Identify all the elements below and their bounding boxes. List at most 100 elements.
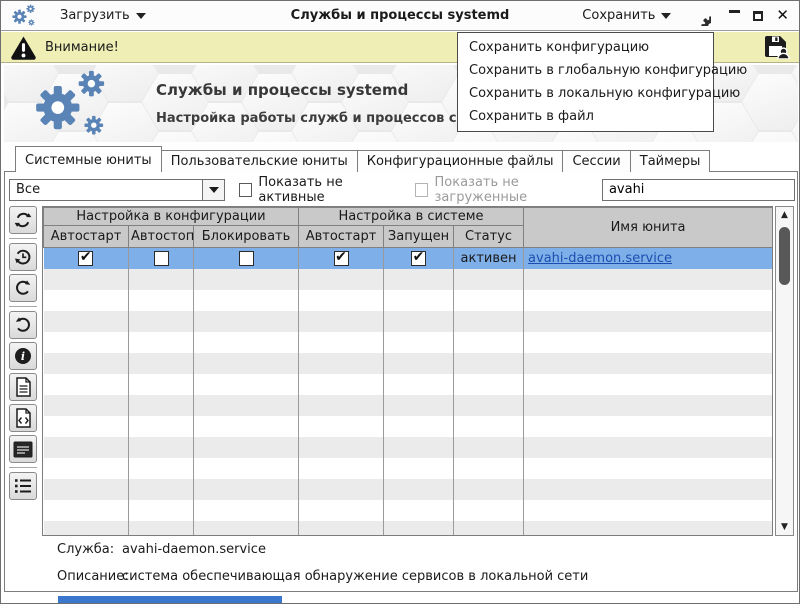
- units-table: Настройка в конфигурации Настройка в сис…: [42, 206, 773, 536]
- group-header-config: Настройка в конфигурации: [44, 208, 299, 226]
- save-as-user-icon[interactable]: [764, 35, 790, 59]
- unit-list-button[interactable]: [9, 472, 37, 500]
- empty-row[interactable]: [44, 395, 773, 416]
- empty-row[interactable]: [44, 521, 773, 537]
- column-header-block: Блокировать: [194, 226, 299, 248]
- empty-row[interactable]: [44, 311, 773, 332]
- menu-item-save-local-config[interactable]: Сохранить в локальную конфигурацию: [458, 82, 713, 105]
- load-menu-label: Загрузить: [60, 8, 130, 23]
- autostop-checkbox[interactable]: [154, 251, 169, 266]
- empty-row[interactable]: [44, 353, 773, 374]
- code-file-icon: [15, 408, 32, 428]
- block-checkbox[interactable]: [239, 251, 254, 266]
- show-inactive-checkbox[interactable]: Показать не активные: [239, 175, 401, 205]
- empty-row[interactable]: [44, 332, 773, 353]
- config-file-button[interactable]: [9, 404, 37, 432]
- bullet-list-icon: [13, 477, 33, 495]
- history-clock-icon: [13, 247, 33, 267]
- description-value: система обеспечивающая обнаружение серви…: [122, 569, 588, 584]
- column-header-unit-name: Имя юнита: [524, 208, 773, 248]
- warning-triangle-icon: [10, 35, 37, 60]
- checkbox-label: Показать не активные: [258, 175, 401, 205]
- app-window: Службы и процессы systemd Загрузить Сохр…: [0, 0, 800, 604]
- chevron-down-icon: [661, 13, 671, 19]
- chevron-down-icon: [136, 13, 146, 19]
- redo-button[interactable]: [9, 274, 37, 302]
- empty-row[interactable]: [44, 479, 773, 500]
- window-controls: ✕: [729, 8, 789, 23]
- service-value: avahi-daemon.service: [122, 542, 266, 557]
- menu-item-save-global-config[interactable]: Сохранить в глобальную конфигурацию: [458, 59, 713, 82]
- unit-name-link[interactable]: avahi-daemon.service: [528, 251, 672, 266]
- checkbox-label: Показать не загруженные: [434, 175, 601, 205]
- tab-user-units[interactable]: Пользовательские юниты: [161, 150, 358, 172]
- console-icon: [13, 441, 33, 458]
- info-icon: i: [15, 348, 31, 364]
- unit-table-body: активен avahi-daemon.service: [44, 248, 773, 537]
- warning-text: Внимание!: [45, 40, 119, 55]
- empty-row[interactable]: [44, 374, 773, 395]
- empty-row[interactable]: [44, 458, 773, 479]
- maximize-icon[interactable]: [753, 11, 763, 21]
- gears-logo-icon: [32, 66, 114, 142]
- tab-sessions[interactable]: Сессии: [562, 150, 630, 172]
- combobox-value: Все: [10, 182, 202, 197]
- scroll-up-arrow-icon[interactable]: ▲: [776, 207, 793, 223]
- undo-button[interactable]: [9, 311, 37, 339]
- column-header-autostop: Автостоп: [129, 226, 194, 248]
- tab-bar: Системные юниты Пользовательские юниты К…: [4, 146, 709, 172]
- column-header-autostart-sys: Автостарт: [299, 226, 384, 248]
- empty-row[interactable]: [44, 416, 773, 437]
- undo-arrow-icon: [13, 315, 33, 335]
- empty-row[interactable]: [44, 437, 773, 458]
- column-header-status: Статус: [454, 226, 524, 248]
- show-unloaded-checkbox: Показать не загруженные: [415, 175, 602, 205]
- autostart-sys-checkbox[interactable]: [334, 251, 349, 266]
- empty-row[interactable]: [44, 269, 773, 290]
- close-icon[interactable]: ✕: [776, 8, 789, 23]
- checkbox-box: [415, 183, 428, 197]
- info-button[interactable]: i: [9, 342, 37, 370]
- settings-gear-icon[interactable]: [691, 6, 711, 26]
- save-menu-label: Сохранить: [582, 8, 655, 23]
- autostart-conf-checkbox[interactable]: [78, 251, 93, 266]
- combobox-arrow-button[interactable]: [202, 180, 224, 200]
- console-output-button[interactable]: [9, 435, 37, 463]
- filter-bar: Все Показать не активные Показать не заг…: [9, 178, 795, 201]
- table-header: Настройка в конфигурации Настройка в сис…: [44, 208, 773, 248]
- service-label: Служба:: [57, 542, 114, 557]
- running-checkbox[interactable]: [411, 251, 426, 266]
- save-menu-button[interactable]: Сохранить: [576, 5, 677, 26]
- unit-type-combobox[interactable]: Все: [9, 179, 225, 201]
- scroll-down-arrow-icon[interactable]: ▼: [776, 519, 793, 535]
- refresh-icon: [13, 210, 33, 230]
- tab-system-units[interactable]: Системные юниты: [15, 146, 162, 172]
- toolbar-separator: [9, 306, 37, 307]
- scrollbar-thumb[interactable]: [779, 227, 790, 285]
- load-menu-button[interactable]: Загрузить: [54, 5, 152, 26]
- toolbar-separator: [9, 238, 37, 239]
- minimize-icon[interactable]: [729, 10, 740, 13]
- actions-toolbar: i: [8, 206, 38, 500]
- chevron-down-icon: [209, 187, 219, 193]
- app-gears-icon: [11, 3, 38, 28]
- table-scrollbar[interactable]: ▲ ▼: [775, 206, 794, 536]
- empty-row[interactable]: [44, 290, 773, 311]
- status-cell: активен: [454, 248, 524, 269]
- redo-arrow-icon: [13, 278, 33, 298]
- tab-timers[interactable]: Таймеры: [630, 150, 711, 172]
- history-restore-button[interactable]: [9, 243, 37, 271]
- menu-item-save-config[interactable]: Сохранить конфигурацию: [458, 36, 713, 59]
- search-input[interactable]: [602, 179, 795, 201]
- document-icon: [15, 377, 32, 397]
- column-header-running: Запущен: [384, 226, 454, 248]
- refresh-button[interactable]: [9, 206, 37, 234]
- tab-config-files[interactable]: Конфигурационные файлы: [357, 150, 564, 172]
- menu-item-save-to-file[interactable]: Сохранить в файл: [458, 105, 713, 128]
- log-file-button[interactable]: [9, 373, 37, 401]
- checkbox-box: [239, 183, 252, 197]
- progress-bar: [58, 596, 282, 603]
- unit-row-avahi[interactable]: активен avahi-daemon.service: [44, 248, 773, 269]
- group-header-system: Настройка в системе: [299, 208, 524, 226]
- empty-row[interactable]: [44, 500, 773, 521]
